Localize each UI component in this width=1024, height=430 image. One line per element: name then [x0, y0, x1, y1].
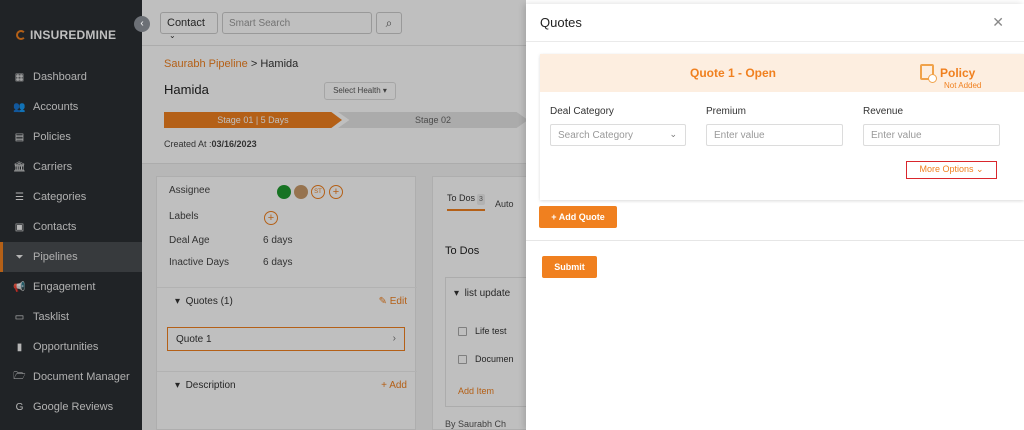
more-options-button[interactable]: More Options ⌄	[906, 161, 997, 179]
quote-banner: Quote 1 - Open Policy Not Added	[540, 54, 1024, 92]
revenue-placeholder: Enter value	[871, 130, 922, 141]
deal-category-label: Deal Category	[550, 106, 614, 117]
submit-button[interactable]: Submit	[542, 256, 597, 278]
policy-link[interactable]: Policy	[940, 66, 975, 80]
drawer-header: Quotes ✕	[526, 4, 1024, 42]
policy-status: Not Added	[944, 81, 982, 90]
policy-icon[interactable]	[920, 64, 937, 83]
deal-category-select[interactable]: Search Category ⌄	[550, 124, 686, 146]
quotes-drawer: Quotes ✕ Quote 1 - Open Policy Not Added…	[526, 4, 1024, 430]
premium-input[interactable]: Enter value	[706, 124, 843, 146]
premium-placeholder: Enter value	[714, 130, 765, 141]
add-quote-button[interactable]: + Add Quote	[539, 206, 617, 228]
chevron-down-icon: ⌄	[976, 164, 984, 174]
quote-card: Quote 1 - Open Policy Not Added Deal Cat…	[540, 54, 1024, 200]
more-options-label: More Options	[919, 164, 974, 174]
collapse-sidebar-button[interactable]: ‹	[134, 16, 150, 32]
revenue-label: Revenue	[863, 106, 904, 117]
modal-backdrop[interactable]	[0, 0, 526, 430]
premium-label: Premium	[706, 106, 747, 117]
revenue-input[interactable]: Enter value	[863, 124, 1000, 146]
drawer-title: Quotes	[540, 15, 582, 30]
divider	[526, 240, 1024, 241]
deal-category-placeholder: Search Category	[558, 130, 634, 141]
chevron-down-icon: ⌄	[669, 129, 677, 139]
close-icon[interactable]: ✕	[992, 14, 1004, 31]
quote-title: Quote 1 - Open	[690, 66, 777, 80]
